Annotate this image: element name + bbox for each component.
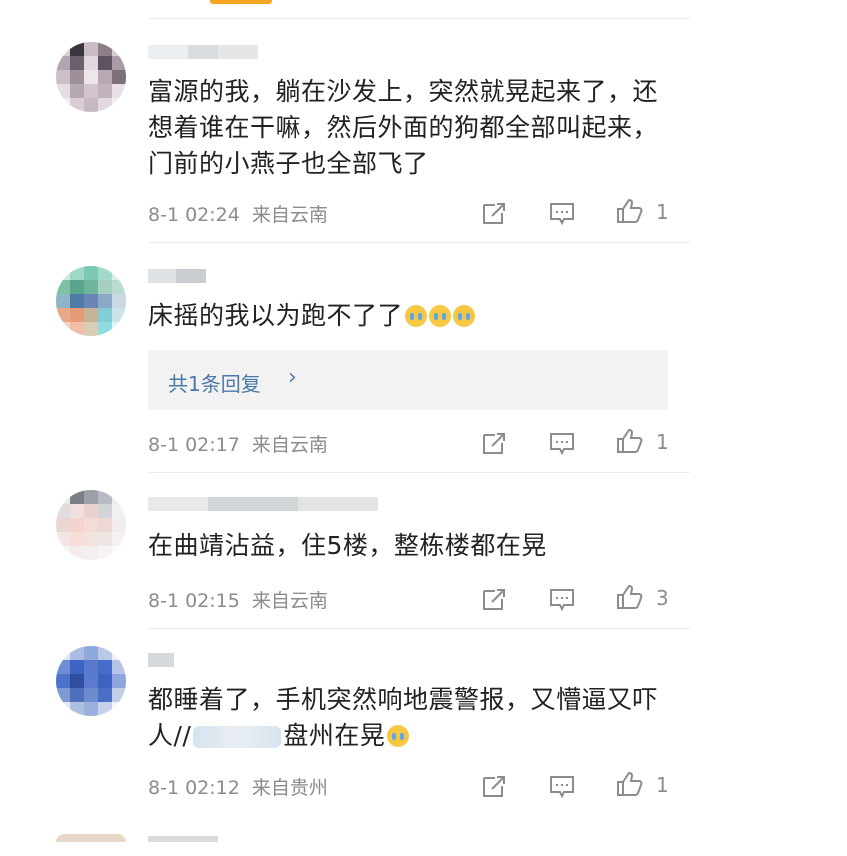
comment-text: 床摇的我以为跑不了了 xyxy=(148,298,678,334)
reply-count-link[interactable]: 共1条回复 xyxy=(168,368,261,397)
divider xyxy=(148,628,690,629)
comment-meta: 8-1 02:12 来自贵州 xyxy=(148,773,328,800)
username-blurred[interactable] xyxy=(148,266,206,286)
avatar[interactable] xyxy=(56,42,126,112)
share-icon[interactable] xyxy=(480,772,508,800)
comment-icon[interactable] xyxy=(548,199,576,227)
comment-time: 8-1 02:17 xyxy=(148,434,240,456)
like-count: 3 xyxy=(656,586,669,610)
chevron-right-icon: › xyxy=(288,365,297,390)
tab-indicator xyxy=(210,0,272,4)
thumbs-up-icon[interactable] xyxy=(615,427,643,455)
like-count: 1 xyxy=(656,773,669,797)
crying-emoji-icon xyxy=(387,725,410,747)
crying-emoji-icon xyxy=(429,305,452,327)
like-count: 1 xyxy=(656,430,669,454)
thumbs-up-icon[interactable] xyxy=(615,770,643,798)
comment-location: 来自云南 xyxy=(251,204,328,226)
comment-meta: 8-1 02:24 来自云南 xyxy=(148,200,328,227)
avatar[interactable] xyxy=(56,646,126,716)
comment-time: 8-1 02:12 xyxy=(148,777,240,799)
divider xyxy=(148,242,690,243)
comment-text: 富源的我，躺在沙发上，突然就晃起来了，还想着谁在干嘛，然后外面的狗都全部叫起来，… xyxy=(148,77,659,178)
share-icon[interactable] xyxy=(480,585,508,613)
thumbs-up-icon[interactable] xyxy=(615,583,643,611)
share-icon[interactable] xyxy=(480,429,508,457)
comment-time: 8-1 02:15 xyxy=(148,590,240,612)
comment-icon[interactable] xyxy=(548,429,576,457)
comment-meta: 8-1 02:17 来自云南 xyxy=(148,430,328,457)
comment-text-content: 床摇的我以为跑不了了 xyxy=(148,301,404,330)
username-blurred[interactable] xyxy=(148,836,218,856)
divider xyxy=(148,18,690,19)
comment-location: 来自云南 xyxy=(251,590,328,612)
top-strip xyxy=(0,0,847,19)
reply-summary[interactable]: 共1条回复 › xyxy=(148,350,668,410)
divider xyxy=(148,472,690,473)
username-blurred[interactable] xyxy=(148,650,174,670)
crying-emoji-icon xyxy=(405,305,428,327)
comment-location: 来自云南 xyxy=(251,434,328,456)
comment-icon[interactable] xyxy=(548,585,576,613)
like-count: 1 xyxy=(656,200,669,224)
username-blurred[interactable] xyxy=(148,494,378,514)
thumbs-up-icon[interactable] xyxy=(615,197,643,225)
avatar[interactable] xyxy=(56,834,126,842)
comment-text: 都睡着了，手机突然响地震警报，又懵逼又吓人//盘州在晃 xyxy=(148,682,678,754)
comment-icon[interactable] xyxy=(548,772,576,800)
avatar[interactable] xyxy=(56,266,126,336)
comment-meta: 8-1 02:15 来自云南 xyxy=(148,586,328,613)
mention-blurred[interactable] xyxy=(193,726,282,748)
avatar[interactable] xyxy=(56,490,126,560)
comment-text-part2: 盘州在晃 xyxy=(283,721,386,750)
comment-time: 8-1 02:24 xyxy=(148,204,240,226)
share-icon[interactable] xyxy=(480,199,508,227)
comment-text: 在曲靖沾益，住5楼，整栋楼都在晃 xyxy=(148,531,547,560)
username-blurred[interactable] xyxy=(148,42,258,62)
comment-location: 来自贵州 xyxy=(251,777,328,799)
crying-emoji-icon xyxy=(453,305,476,327)
